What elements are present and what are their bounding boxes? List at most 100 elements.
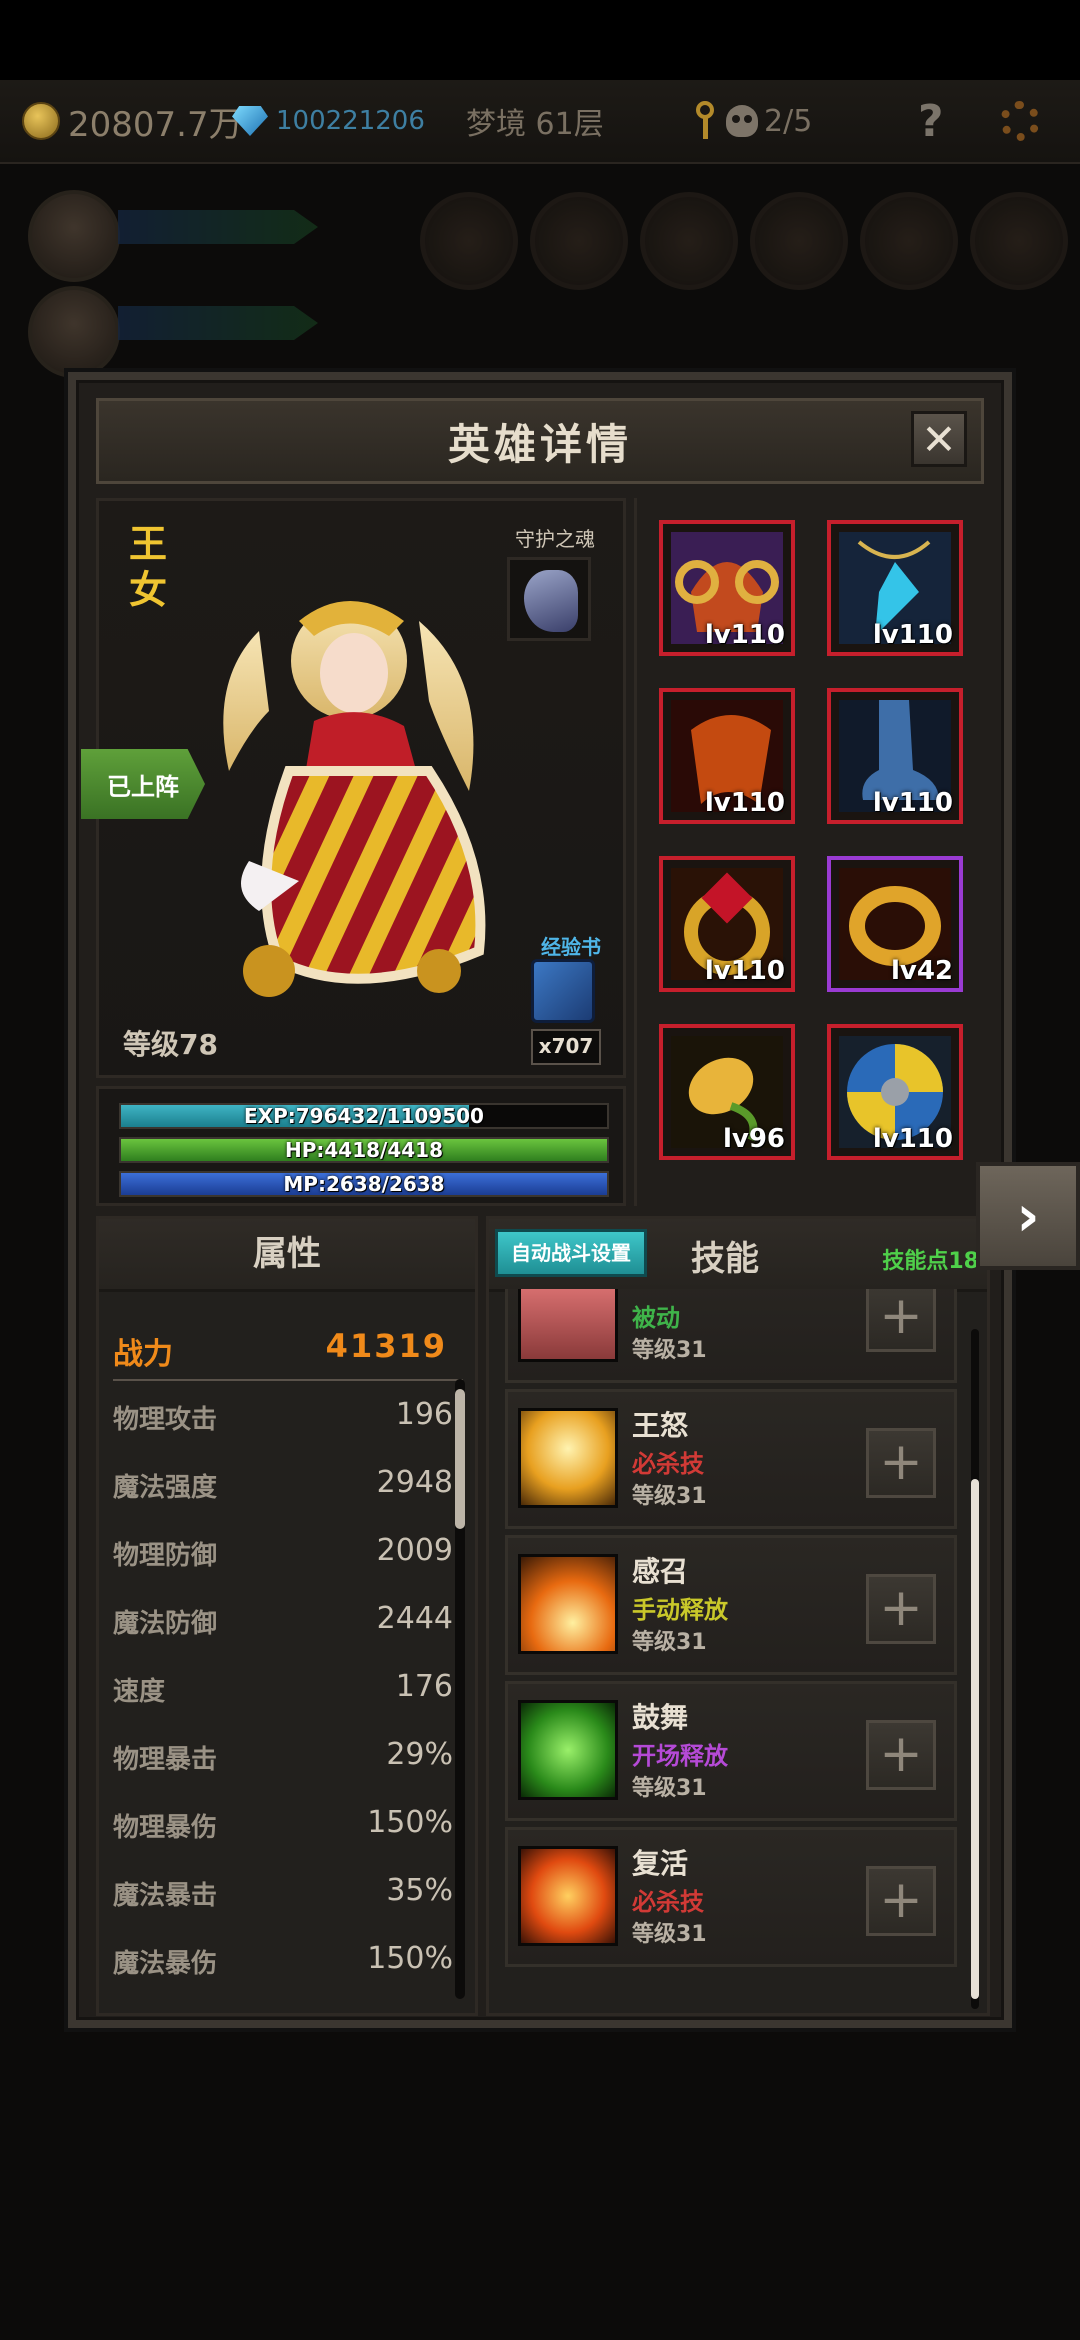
equipment-slot[interactable]: lv110 — [659, 688, 795, 824]
settings-button[interactable] — [1000, 96, 1040, 146]
attribute-row: 速度 176 — [113, 1659, 453, 1715]
equipment-level: lv110 — [872, 620, 953, 650]
attribute-name: 物理攻击 — [113, 1405, 218, 1435]
gem-counter: 100221206 — [232, 96, 425, 146]
gold-counter: 20807.7万 — [22, 96, 243, 146]
plus-icon: + — [879, 1289, 923, 1346]
status-bar — [0, 0, 1080, 80]
item-slot — [860, 192, 958, 290]
skill-level: 等级31 — [632, 1484, 707, 1509]
attribute-row: 魔法强度 2948 — [113, 1455, 453, 1511]
skill-card[interactable]: 感召 手动释放 等级31 + — [505, 1535, 957, 1675]
hero-detail-dialog: 英雄详情 ✕ 王女 守护之魂 已上阵 经验书 x707 等级78 EXP:796… — [68, 372, 1012, 2028]
help-icon: ? — [918, 95, 944, 147]
dialog-title: 英雄详情 — [447, 419, 632, 469]
plus-icon: + — [879, 1578, 923, 1638]
combat-power-value: 41319 — [325, 1327, 447, 1365]
attribute-row: 物理攻击 196 — [113, 1387, 453, 1443]
skill-level: 等级31 — [632, 1630, 707, 1655]
diamond-icon — [232, 106, 268, 136]
hero-portrait-area: 王女 守护之魂 已上阵 经验书 x707 等级78 — [81, 498, 626, 1078]
keys-counter: 2/5 — [694, 96, 812, 146]
skill-type: 被动 — [632, 1304, 680, 1332]
key-icon — [694, 101, 716, 141]
upgrade-skill-button[interactable]: + — [866, 1428, 936, 1498]
auto-battle-settings-button[interactable]: 自动战斗设置 — [495, 1229, 647, 1277]
upgrade-skill-button[interactable]: + — [866, 1866, 936, 1936]
attribute-value: 196 — [395, 1397, 453, 1432]
equipment-slot[interactable]: lv96 — [659, 1024, 795, 1160]
team-portrait — [28, 286, 120, 378]
plus-icon: + — [879, 1870, 923, 1930]
equipment-slot[interactable]: lv110 — [827, 688, 963, 824]
equipment-slot[interactable]: lv110 — [659, 856, 795, 992]
skills-header: 自动战斗设置 技能 技能点18 — [489, 1219, 987, 1292]
item-slot — [750, 192, 848, 290]
exp-bar: EXP:796432/1109500 — [119, 1103, 609, 1129]
item-slot — [420, 192, 518, 290]
skill-card[interactable]: 被动 等级31 + — [505, 1289, 957, 1383]
dialog-header: 英雄详情 ✕ — [96, 398, 984, 484]
gear-icon — [1000, 101, 1040, 141]
plus-icon: + — [879, 1432, 923, 1492]
skill-card[interactable]: 鼓舞 开场释放 等级31 + — [505, 1681, 957, 1821]
item-slot — [640, 192, 738, 290]
equipment-slot[interactable]: lv110 — [827, 1024, 963, 1160]
attributes-scrollbar[interactable] — [455, 1379, 465, 1999]
equipment-level: lv110 — [872, 1124, 953, 1154]
skill-name: 复活 — [632, 1847, 689, 1880]
team-portrait — [28, 190, 120, 282]
exp-text: EXP:796432/1109500 — [244, 1104, 484, 1128]
hero-artwork — [223, 601, 486, 997]
help-button[interactable]: ? — [918, 95, 944, 147]
equipment-level: lv96 — [722, 1124, 785, 1154]
exp-book-label: 经验书 — [541, 935, 601, 959]
scrollbar-thumb[interactable] — [455, 1389, 465, 1529]
gem-amount: 100221206 — [276, 106, 425, 136]
equipment-slot[interactable]: lv110 — [659, 520, 795, 656]
tab-skills[interactable]: 技能 — [691, 1231, 759, 1280]
floor-label[interactable]: 梦境 61层 — [466, 96, 604, 146]
kings-wrath-skill-icon — [518, 1408, 618, 1508]
mp-text: MP:2638/2638 — [283, 1172, 445, 1196]
hero-level: 等级78 — [123, 1028, 218, 1061]
item-slot — [530, 192, 628, 290]
next-hero-button[interactable]: › — [976, 1162, 1080, 1270]
equipment-slot[interactable]: lv42 — [827, 856, 963, 992]
scrollbar-thumb[interactable] — [971, 1479, 979, 1999]
close-button[interactable]: ✕ — [911, 411, 967, 467]
attribute-name: 物理暴伤 — [113, 1813, 218, 1843]
guardian-soul-slot[interactable] — [507, 557, 591, 641]
hero-name: 王女 — [129, 522, 168, 612]
upgrade-skill-button[interactable]: + — [866, 1289, 936, 1352]
attribute-value: 176 — [395, 1669, 453, 1704]
attribute-name: 物理防御 — [113, 1541, 218, 1571]
gold-amount: 20807.7万 — [68, 104, 243, 145]
gold-coin-icon — [22, 102, 60, 140]
attribute-row: 魔法暴伤 150% — [113, 1931, 453, 1987]
skills-panel: 自动战斗设置 技能 技能点18 被动 等级31 + 王怒 必杀技 等级31 + 感召 手动释放等… — [486, 1216, 990, 2016]
item-slot — [970, 192, 1068, 290]
attribute-value: 29% — [386, 1737, 453, 1772]
summon-skill-icon — [518, 1554, 618, 1654]
skill-list[interactable]: 被动 等级31 + 王怒 必杀技 等级31 + 感召 手动释放 等级31 + 鼓舞 开场释放 等级31 + 复… — [489, 1289, 987, 2013]
skills-scrollbar[interactable] — [971, 1329, 979, 2009]
skill-card[interactable]: 王怒 必杀技 等级31 + — [505, 1389, 957, 1529]
upgrade-skill-button[interactable]: + — [866, 1574, 936, 1644]
skill-card[interactable]: 复活 必杀技 等级31 + — [505, 1827, 957, 1967]
deployed-badge: 已上阵 — [81, 749, 205, 819]
equipment-level: lv110 — [704, 620, 785, 650]
tab-attributes[interactable]: 属性 — [99, 1219, 475, 1292]
attribute-name: 魔法暴击 — [113, 1881, 218, 1911]
skill-type: 手动释放 — [632, 1596, 728, 1624]
equipment-slot[interactable]: lv110 — [827, 520, 963, 656]
team-hp-bar — [118, 210, 318, 244]
attribute-value: 150% — [367, 1941, 453, 1976]
upgrade-skill-button[interactable]: + — [866, 1720, 936, 1790]
attribute-row: 物理暴击 29% — [113, 1727, 453, 1783]
floor-text: 梦境 61层 — [466, 107, 604, 142]
equipment-level: lv42 — [890, 956, 953, 986]
skill-type: 必杀技 — [632, 1888, 704, 1916]
exp-book-icon[interactable] — [531, 959, 595, 1023]
mp-bar: MP:2638/2638 — [119, 1171, 609, 1197]
